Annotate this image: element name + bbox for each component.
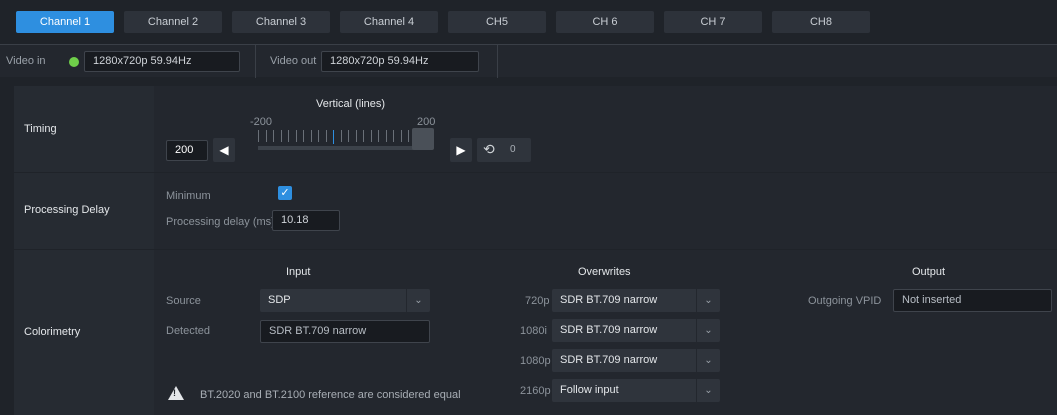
slider-handle[interactable] bbox=[412, 128, 434, 150]
slider-tick bbox=[273, 130, 274, 142]
chevron-down-icon: ⌄ bbox=[696, 289, 720, 312]
tab-channel-2[interactable]: Channel 2 bbox=[124, 11, 222, 33]
slider-tick bbox=[370, 130, 372, 142]
colorimetry-section: Colorimetry Input Overwrites Output Sour… bbox=[14, 250, 1057, 415]
overwrite-1080i-label: 1080i bbox=[520, 325, 547, 337]
slider-max-label: 200 bbox=[417, 116, 436, 128]
timing-label: Timing bbox=[24, 123, 57, 135]
arrow-right-icon: ▶ bbox=[456, 143, 466, 157]
slider-tick bbox=[303, 130, 304, 142]
vertical-lines-slider[interactable] bbox=[258, 128, 438, 150]
slider-tick bbox=[385, 130, 387, 142]
slider-tick bbox=[318, 130, 319, 142]
source-label: Source bbox=[166, 295, 201, 307]
overwrite-2160p-select[interactable]: Follow input ⌄ bbox=[552, 379, 720, 402]
warning-icon bbox=[168, 386, 184, 400]
outgoing-vpid-field: Not inserted bbox=[893, 289, 1052, 312]
source-value: SDP bbox=[268, 294, 291, 306]
input-heading: Input bbox=[286, 266, 311, 278]
slider-tick bbox=[280, 130, 282, 142]
arrow-left-icon: ◀ bbox=[219, 143, 229, 157]
processing-delay-content: Minimum ✓ Processing delay (ms) 10.18 bbox=[154, 173, 1057, 249]
tab-channel-3[interactable]: Channel 3 bbox=[232, 11, 330, 33]
slider-bar bbox=[258, 146, 416, 150]
reset-icon: ⟲ bbox=[483, 141, 495, 157]
chevron-down-icon: ⌄ bbox=[696, 379, 720, 402]
slider-tick bbox=[288, 130, 289, 142]
divider bbox=[497, 45, 498, 78]
divider bbox=[255, 45, 256, 78]
chevron-down-icon: ⌄ bbox=[696, 349, 720, 372]
slider-min-label: -200 bbox=[250, 116, 273, 128]
tab-ch7[interactable]: CH 7 bbox=[664, 11, 762, 33]
reset-value: 0 bbox=[510, 144, 516, 155]
overwrite-1080p-value: SDR BT.709 narrow bbox=[560, 354, 658, 366]
slider-tick bbox=[310, 130, 312, 142]
detected-field: SDR BT.709 narrow bbox=[260, 320, 430, 343]
warning-icon-mark: ! bbox=[173, 388, 176, 398]
chevron-down-icon: ⌄ bbox=[696, 319, 720, 342]
video-io-bar: Video in 1280x720p 59.94Hz Video out 128… bbox=[0, 44, 1057, 78]
slider-ticks bbox=[258, 130, 409, 144]
slider-tick bbox=[378, 130, 379, 142]
tab-ch5[interactable]: CH5 bbox=[448, 11, 546, 33]
overwrite-720p-value: SDR BT.709 narrow bbox=[560, 294, 658, 306]
video-in-status-indicator bbox=[69, 57, 79, 67]
timing-content: Vertical (lines) -200 200 200 ◀ ▶ ⟲ 0 bbox=[154, 86, 1057, 172]
overwrite-1080p-label: 1080p bbox=[520, 355, 551, 367]
processing-delay-section: Processing Delay Minimum ✓ Processing de… bbox=[14, 173, 1057, 249]
video-in-format-field: 1280x720p 59.94Hz bbox=[84, 51, 240, 72]
colorimetry-label: Colorimetry bbox=[24, 326, 81, 338]
slider-tick bbox=[408, 130, 409, 142]
tab-channel-4[interactable]: Channel 4 bbox=[340, 11, 438, 33]
vertical-lines-input[interactable]: 200 bbox=[166, 140, 208, 161]
channel-tabs: Channel 1 Channel 2 Channel 3 Channel 4 … bbox=[0, 0, 1057, 37]
detected-label: Detected bbox=[166, 325, 211, 337]
warning-text: BT.2020 and BT.2100 reference are consid… bbox=[200, 389, 461, 401]
tab-ch6[interactable]: CH 6 bbox=[556, 11, 654, 33]
video-out-label: Video out bbox=[270, 55, 317, 67]
slider-tick bbox=[325, 130, 327, 142]
slider-tick bbox=[295, 130, 297, 142]
increment-button[interactable]: ▶ bbox=[450, 138, 472, 162]
slider-tick bbox=[258, 130, 259, 142]
chevron-down-icon: ⌄ bbox=[406, 289, 430, 312]
slider-tick bbox=[333, 130, 334, 144]
timing-section: Timing Vertical (lines) -200 200 200 ◀ ▶… bbox=[14, 86, 1057, 172]
slider-tick bbox=[355, 130, 357, 142]
video-in-label: Video in bbox=[6, 55, 46, 67]
processing-delay-input[interactable]: 10.18 bbox=[272, 210, 340, 231]
tab-channel-1[interactable]: Channel 1 bbox=[16, 11, 114, 33]
tab-ch8[interactable]: CH8 bbox=[772, 11, 870, 33]
slider-tick bbox=[363, 130, 364, 142]
processing-delay-label: Processing Delay bbox=[24, 204, 110, 216]
slider-tick bbox=[340, 130, 342, 142]
overwrite-1080i-select[interactable]: SDR BT.709 narrow ⌄ bbox=[552, 319, 720, 342]
outgoing-vpid-label: Outgoing VPID bbox=[808, 295, 882, 307]
slider-tick bbox=[265, 130, 267, 142]
decrement-button[interactable]: ◀ bbox=[213, 138, 235, 162]
overwrites-heading: Overwrites bbox=[578, 266, 631, 278]
slider-tick bbox=[393, 130, 394, 142]
source-select[interactable]: SDP ⌄ bbox=[260, 289, 430, 312]
checkmark-icon: ✓ bbox=[280, 187, 290, 199]
video-out-format-field: 1280x720p 59.94Hz bbox=[321, 51, 479, 72]
minimum-checkbox[interactable]: ✓ bbox=[278, 186, 292, 200]
overwrite-2160p-value: Follow input bbox=[560, 384, 619, 396]
reset-button[interactable]: ⟲ 0 bbox=[477, 138, 531, 162]
minimum-label: Minimum bbox=[166, 190, 211, 202]
overwrite-720p-select[interactable]: SDR BT.709 narrow ⌄ bbox=[552, 289, 720, 312]
processing-delay-ms-label: Processing delay (ms) bbox=[166, 216, 275, 228]
slider-tick bbox=[400, 130, 402, 142]
vertical-lines-title: Vertical (lines) bbox=[316, 98, 386, 110]
overwrite-720p-label: 720p bbox=[525, 295, 550, 307]
output-heading: Output bbox=[912, 266, 946, 278]
slider-tick bbox=[348, 130, 349, 142]
overwrite-1080i-value: SDR BT.709 narrow bbox=[560, 324, 658, 336]
colorimetry-content: Input Overwrites Output Source SDP ⌄ Det… bbox=[154, 250, 1057, 415]
overwrite-2160p-label: 2160p bbox=[520, 385, 551, 397]
overwrite-1080p-select[interactable]: SDR BT.709 narrow ⌄ bbox=[552, 349, 720, 372]
